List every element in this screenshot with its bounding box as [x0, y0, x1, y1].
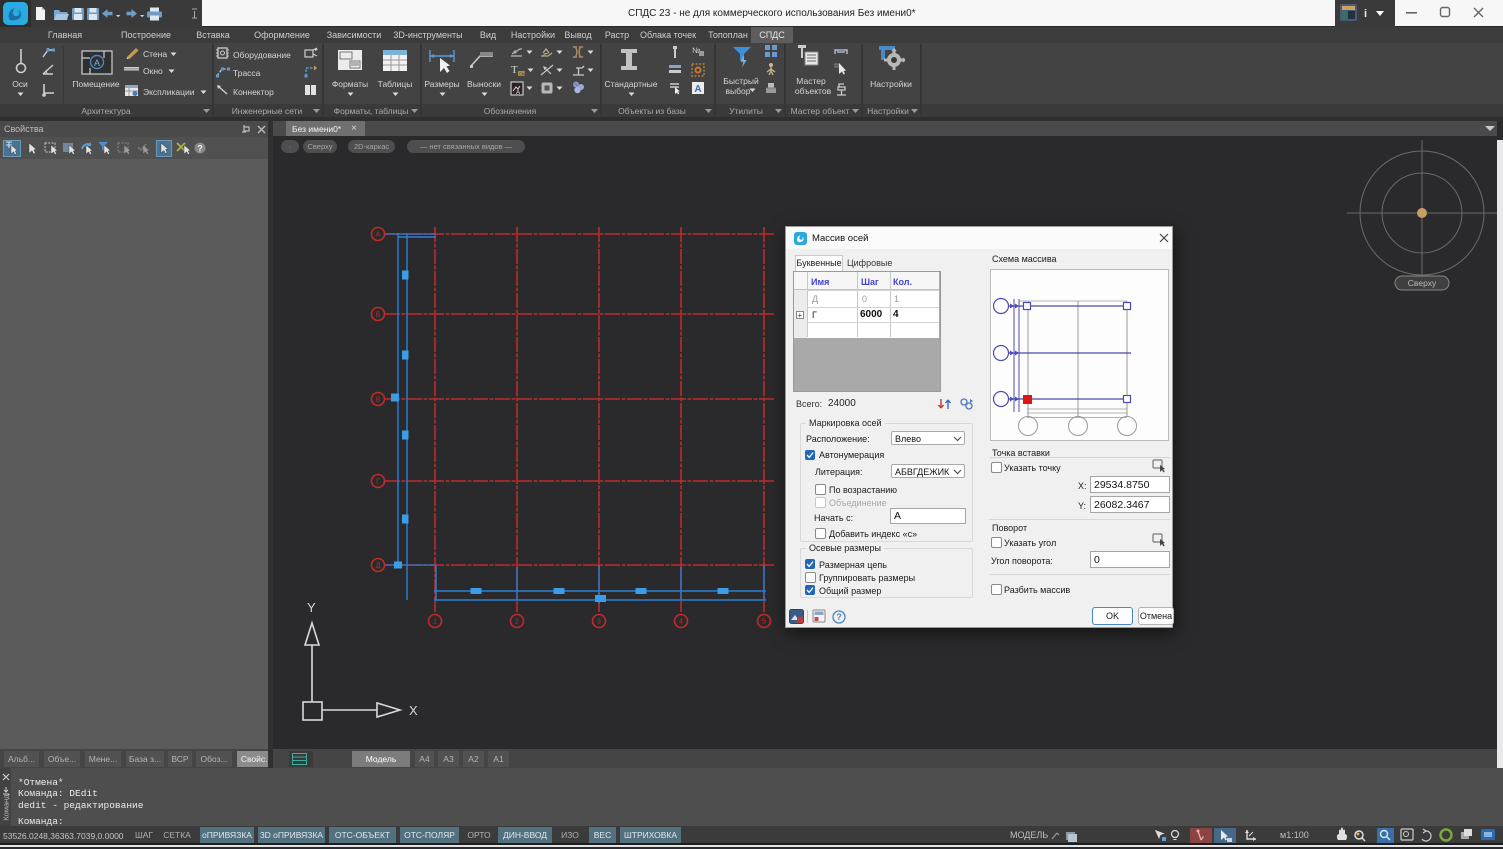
- svg-text:Д: Д: [376, 563, 381, 570]
- svg-text:?: ?: [836, 612, 842, 622]
- svg-text:3: 3: [597, 619, 601, 626]
- svg-text:1: 1: [433, 619, 437, 626]
- svg-text:A: A: [94, 58, 100, 68]
- svg-text:i: i: [1364, 8, 1367, 20]
- svg-text:см: см: [519, 72, 525, 78]
- svg-text:Г: Г: [376, 479, 380, 486]
- svg-text:Сверху: Сверху: [1408, 278, 1437, 288]
- svg-text:X: X: [409, 703, 418, 718]
- svg-text:А: А: [376, 232, 381, 239]
- svg-text:5: 5: [762, 619, 766, 626]
- svg-text:A: A: [516, 90, 520, 96]
- svg-text:В: В: [376, 397, 381, 404]
- svg-text:2: 2: [515, 619, 519, 626]
- svg-text:T: T: [511, 64, 518, 76]
- svg-text:Б: Б: [376, 312, 381, 319]
- svg-text:А: А: [694, 84, 701, 95]
- svg-text:4: 4: [679, 619, 683, 626]
- svg-text:Y: Y: [307, 600, 316, 615]
- svg-text:?: ?: [197, 144, 203, 154]
